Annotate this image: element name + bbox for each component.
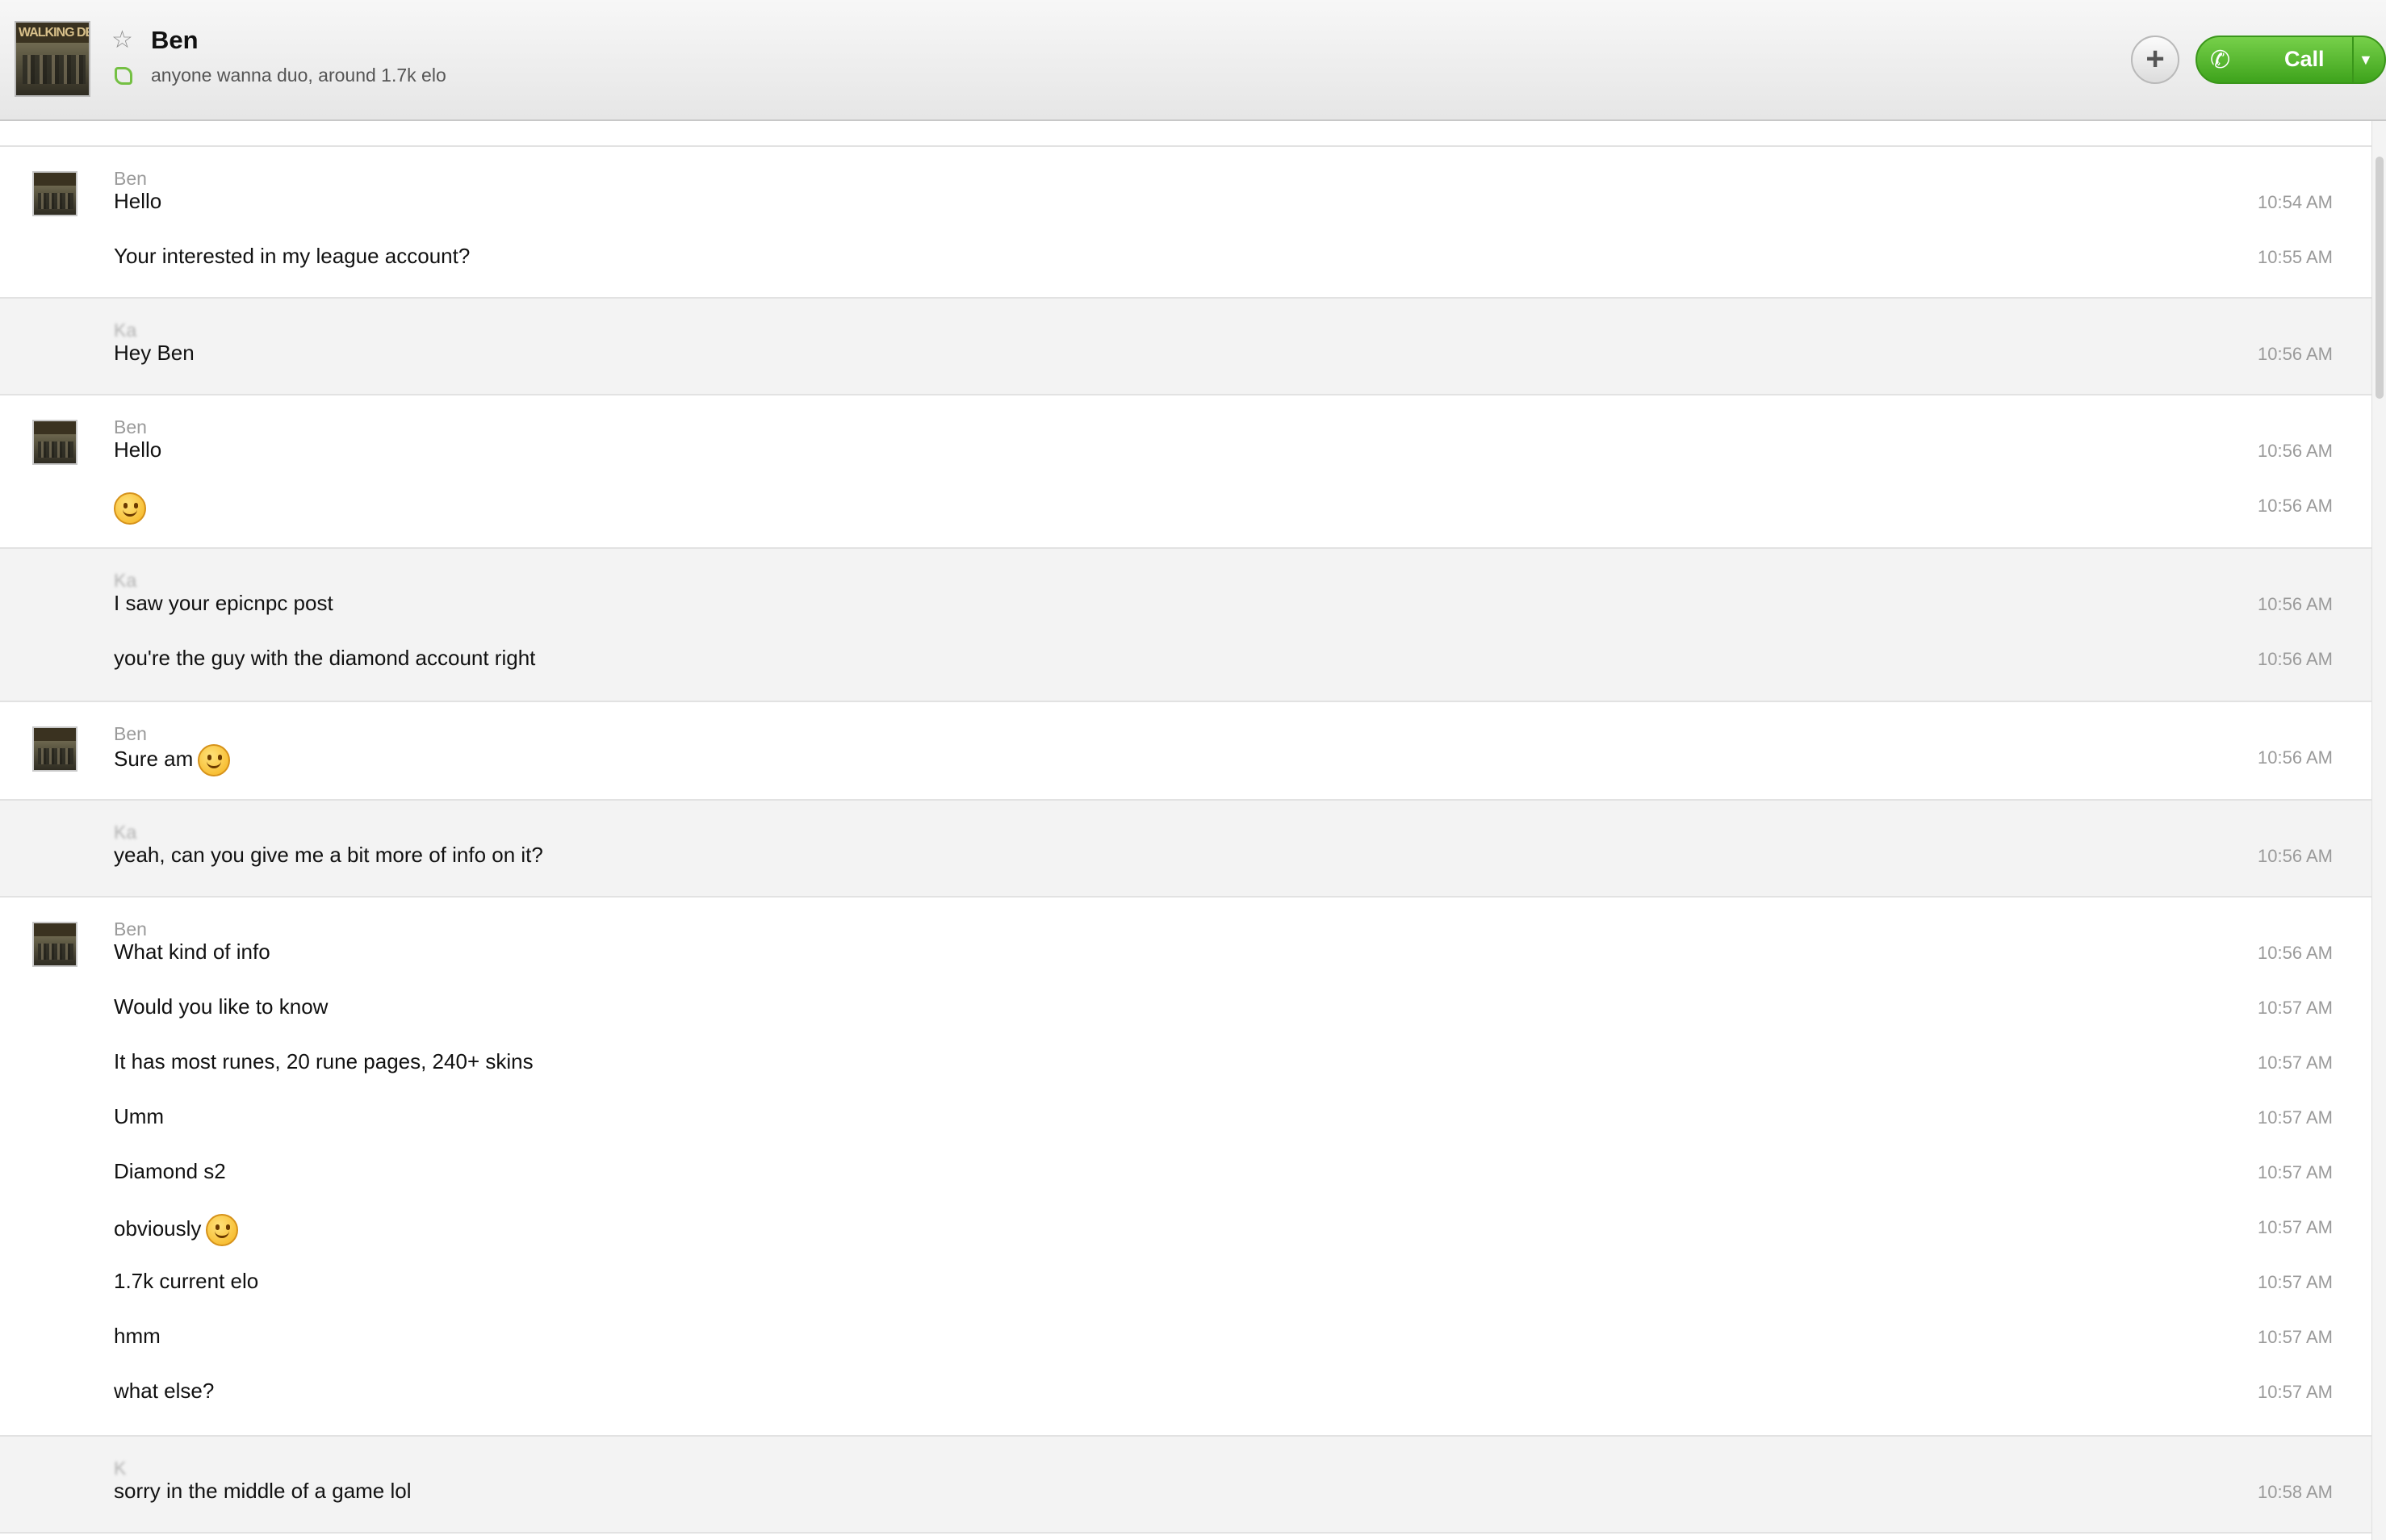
message-text: It has most runes, 20 rune pages, 240+ s… bbox=[114, 1049, 534, 1074]
message-text: Your interested in my league account? bbox=[114, 244, 470, 269]
message-text: Would you like to know bbox=[114, 994, 328, 1019]
message-time: 10:56 AM bbox=[2258, 441, 2333, 461]
phone-icon: ✆ bbox=[2210, 47, 2231, 73]
sender-avatar[interactable] bbox=[32, 171, 77, 216]
message-text: 1.7k current elo bbox=[114, 1269, 258, 1294]
message-text-content: Hey Ben bbox=[114, 341, 195, 365]
message-text-content: What kind of info bbox=[114, 939, 270, 964]
message-time: 10:55 AM bbox=[2258, 247, 2333, 267]
sender-name: Ka bbox=[114, 570, 137, 591]
sender-name: K bbox=[114, 1458, 127, 1479]
message-text-content: you're the guy with the diamond account … bbox=[114, 646, 536, 670]
history-top-divider bbox=[0, 121, 2371, 147]
message-text-content: 1.7k current elo bbox=[114, 1269, 259, 1293]
sender-name: Ben bbox=[114, 416, 147, 437]
message-text-content: Sure am bbox=[114, 746, 194, 771]
chevron-down-icon[interactable]: ▼ bbox=[2359, 45, 2373, 74]
message-group: Ka I saw your epicnpc post 10:56 AM you're … bbox=[0, 549, 2371, 702]
contact-avatar[interactable]: WALKING DEA bbox=[15, 21, 90, 97]
message-text: What kind of info bbox=[114, 939, 270, 965]
message-text: Hello bbox=[114, 189, 161, 214]
sender-avatar[interactable] bbox=[32, 922, 77, 967]
message-group: Ben Hello 10:56 AM 10:56 AM bbox=[0, 395, 2371, 549]
message-time: 10:57 AM bbox=[2258, 1327, 2333, 1347]
sender-name: Ka bbox=[114, 320, 137, 341]
sender-name: Ben bbox=[114, 919, 147, 939]
message-time: 10:56 AM bbox=[2258, 649, 2333, 669]
scrollbar[interactable] bbox=[2371, 121, 2386, 1540]
mood-message: anyone wanna duo, around 1.7k elo bbox=[151, 65, 446, 86]
add-people-button[interactable]: + bbox=[2131, 36, 2179, 84]
message-text-content: sorry in the middle of a game lol bbox=[114, 1479, 412, 1503]
conversation-history[interactable]: Ben Hello 10:54 AM Your interested in my le… bbox=[0, 121, 2371, 1540]
message-time: 10:57 AM bbox=[2258, 1272, 2333, 1292]
sender-avatar[interactable] bbox=[32, 420, 77, 465]
message-text-content: Umm bbox=[114, 1104, 165, 1128]
message-text: what else? bbox=[114, 1379, 214, 1404]
message-text-content: Hello bbox=[114, 189, 162, 213]
message-time: 10:56 AM bbox=[2258, 747, 2333, 768]
message-time: 10:57 AM bbox=[2258, 1162, 2333, 1182]
call-button-label: Call bbox=[2284, 47, 2325, 71]
message-time: 10:56 AM bbox=[2258, 846, 2333, 866]
message-time: 10:54 AM bbox=[2258, 192, 2333, 212]
message-text-content: It has most runes, 20 rune pages, 240+ s… bbox=[114, 1049, 534, 1073]
message-time: 10:57 AM bbox=[2258, 1382, 2333, 1402]
chat-header: WALKING DEA ☆ Ben anyone wanna duo, arou… bbox=[0, 0, 2386, 121]
message-text: obviously bbox=[114, 1214, 239, 1246]
message-text: Sure am bbox=[114, 744, 231, 776]
message-text: Hello bbox=[114, 437, 161, 462]
smiley-emoticon-icon bbox=[206, 1214, 239, 1246]
contact-name: Ben bbox=[151, 26, 199, 54]
sender-name: Ben bbox=[114, 168, 147, 189]
message-text: you're the guy with the diamond account … bbox=[114, 646, 535, 671]
message-time: 10:56 AM bbox=[2258, 496, 2333, 516]
message-time: 10:57 AM bbox=[2258, 1107, 2333, 1128]
message-text: Hey Ben bbox=[114, 341, 195, 366]
message-group: Ben What kind of info 10:56 AM Would you li… bbox=[0, 898, 2371, 1437]
message-text: Umm bbox=[114, 1104, 164, 1129]
message-time: 10:56 AM bbox=[2258, 344, 2333, 364]
message-group: Ksorry in the middle of a game lol 10:58 … bbox=[0, 1437, 2371, 1534]
message-time: 10:56 AM bbox=[2258, 943, 2333, 963]
message-group: Ben Hello 10:54 AM Your interested in my le… bbox=[0, 147, 2371, 299]
mood-message-icon bbox=[115, 67, 132, 85]
message-time: 10:56 AM bbox=[2258, 594, 2333, 614]
message-time: 10:57 AM bbox=[2258, 1052, 2333, 1073]
sender-avatar[interactable] bbox=[32, 726, 77, 772]
call-button[interactable]: ✆ Call ▼ bbox=[2196, 36, 2386, 84]
message-text bbox=[114, 492, 146, 525]
message-text-content: I saw your epicnpc post bbox=[114, 591, 333, 615]
message-time: 10:57 AM bbox=[2258, 1217, 2333, 1237]
message-text-content: yeah, can you give me a bit more of info… bbox=[114, 843, 543, 867]
message-text: yeah, can you give me a bit more of info… bbox=[114, 843, 543, 868]
avatar-text: WALKING DEA bbox=[16, 23, 89, 44]
message-time: 10:58 AM bbox=[2258, 1482, 2333, 1502]
message-group: Ka Hey Ben 10:56 AM bbox=[0, 299, 2371, 395]
message-text: hmm bbox=[114, 1324, 161, 1349]
message-text-content: Your interested in my league account? bbox=[114, 244, 471, 268]
sender-name: Ben bbox=[114, 723, 147, 744]
message-text-content: hmm bbox=[114, 1324, 161, 1348]
message-time: 10:57 AM bbox=[2258, 998, 2333, 1018]
message-text: Diamond s2 bbox=[114, 1159, 226, 1184]
sender-name: Ka bbox=[114, 822, 137, 843]
smiley-emoticon-icon bbox=[114, 492, 146, 525]
message-text-content: Hello bbox=[114, 437, 162, 462]
message-text: I saw your epicnpc post bbox=[114, 591, 333, 616]
message-text-content: Diamond s2 bbox=[114, 1159, 226, 1183]
message-text-content: obviously bbox=[114, 1216, 202, 1241]
smiley-emoticon-icon bbox=[198, 744, 231, 776]
message-text: sorry in the middle of a game lol bbox=[114, 1479, 412, 1504]
scrollbar-thumb[interactable] bbox=[2376, 157, 2384, 399]
message-text-content: Would you like to know bbox=[114, 994, 329, 1019]
message-group: Ka yeah, can you give me a bit more of in… bbox=[0, 801, 2371, 898]
message-group: Ben Sure am 10:56 AM bbox=[0, 702, 2371, 801]
star-icon[interactable]: ☆ bbox=[111, 27, 137, 53]
message-text-content: what else? bbox=[114, 1379, 215, 1403]
